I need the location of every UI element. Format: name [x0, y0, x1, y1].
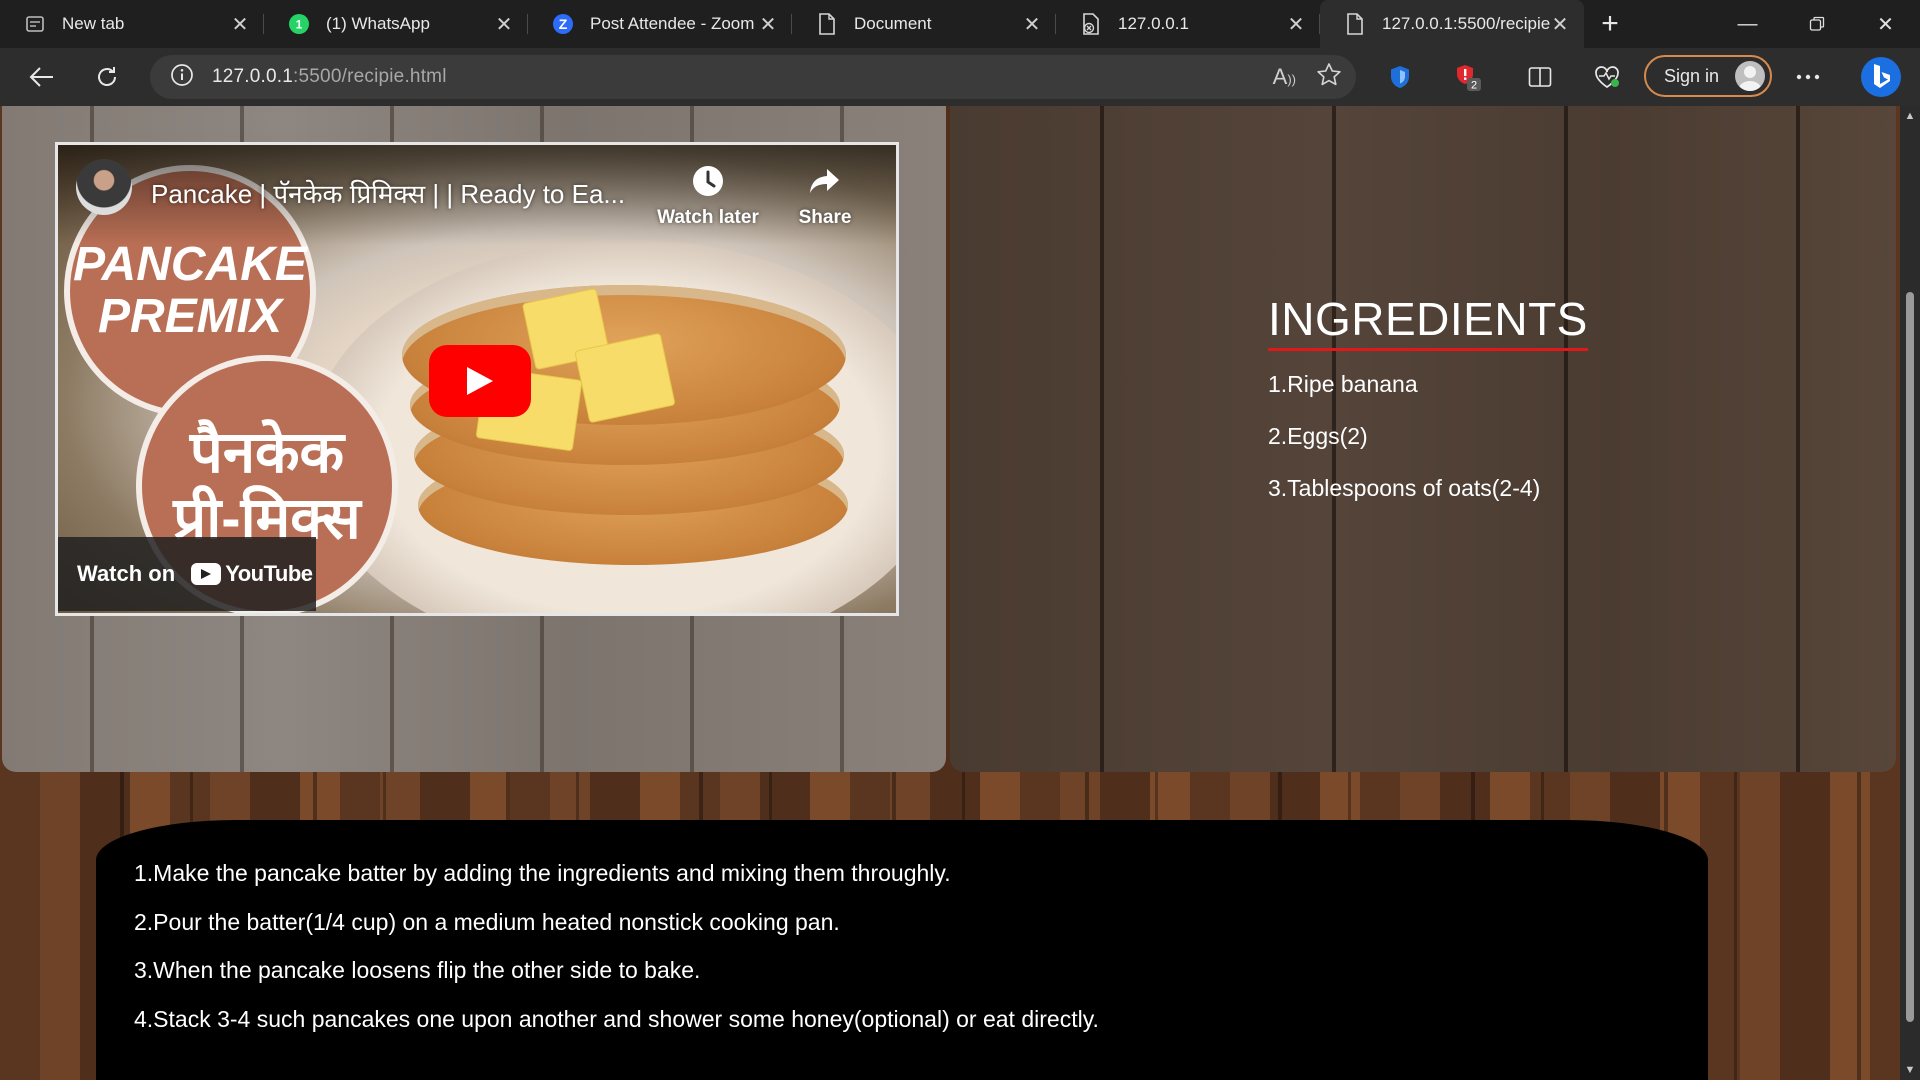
refresh-icon[interactable] [85, 55, 129, 99]
adblock-extension-icon[interactable]: 2 [1446, 55, 1490, 99]
document-icon [816, 13, 838, 35]
browser-toolbar: 127.0.0.1:5500/recipie.html A)) 2 Sign i… [0, 48, 1920, 106]
instruction-step: 1.Make the pancake batter by adding the … [134, 860, 951, 886]
share-arrow-icon [770, 163, 880, 203]
extension-badge: 2 [1471, 80, 1477, 92]
vertical-scrollbar[interactable]: ▲ ▼ [1900, 106, 1920, 1080]
tab-document[interactable]: Document ✕ [792, 0, 1056, 48]
close-icon[interactable]: ✕ [230, 14, 250, 36]
window-controls: — ✕ [1713, 0, 1920, 48]
ingredients-list: 1.Ripe banana 2.Eggs(2) 3.Tablespoons of… [1268, 371, 1588, 527]
ingredient-item: 3.Tablespoons of oats(2-4) [1268, 475, 1541, 501]
tab-localhost[interactable]: 127.0.0.1 ✕ [1056, 0, 1320, 48]
page-viewport: PANCAKE PREMIX पैनकेक प्री-मिक्स Pancake… [0, 106, 1900, 1080]
scrollbar-thumb[interactable] [1906, 292, 1914, 1022]
bing-copilot-icon[interactable] [1857, 53, 1905, 101]
instructions-box: 1.Make the pancake batter by adding the … [96, 820, 1708, 1080]
youtube-logo: YouTube [191, 561, 313, 587]
split-screen-icon[interactable] [1518, 55, 1562, 99]
ingredients-section: INGREDIENTS 1.Ripe banana 2.Eggs(2) 3.Ta… [1268, 292, 1588, 527]
url-host: 127.0.0.1 [212, 66, 294, 87]
browser-essentials-icon[interactable] [1585, 55, 1629, 99]
watch-later-label: Watch later [657, 207, 759, 228]
share-label: Share [798, 207, 852, 228]
shield-extension-icon[interactable] [1378, 55, 1422, 99]
more-options-icon[interactable] [1786, 55, 1830, 99]
sign-in-label: Sign in [1664, 65, 1720, 86]
video-panel: PANCAKE PREMIX पैनकेक प्री-मिक्स Pancake… [2, 106, 946, 772]
scroll-down-icon[interactable]: ▼ [1904, 1064, 1916, 1076]
ingredients-heading: INGREDIENTS [1268, 292, 1588, 351]
video-title[interactable]: Pancake | पॅनकेक प्रिमिक्स | | Ready to … [151, 175, 625, 211]
ingredient-item: 2.Eggs(2) [1268, 423, 1368, 449]
play-icon [467, 367, 493, 395]
tab-label: Post Attendee - Zoom [590, 14, 755, 33]
tab-label: 127.0.0.1 [1118, 14, 1189, 33]
close-window-icon[interactable]: ✕ [1851, 0, 1920, 48]
site-info-icon[interactable] [170, 63, 194, 92]
channel-avatar[interactable] [76, 159, 132, 215]
address-bar[interactable]: 127.0.0.1:5500/recipie.html A)) [150, 55, 1356, 99]
restore-icon[interactable] [1782, 0, 1851, 48]
zoom-icon: Z [552, 13, 574, 35]
svg-text:Z: Z [559, 16, 568, 32]
thumbnail-text: PREMIX [97, 290, 283, 343]
share-button[interactable]: Share [770, 163, 880, 229]
watch-on-youtube-button[interactable]: Watch on YouTube [58, 537, 316, 611]
youtube-play-icon [191, 563, 222, 585]
clock-icon [653, 163, 763, 203]
new-tab-icon [24, 13, 46, 35]
instruction-step: 2.Pour the batter(1/4 cup) on a medium h… [134, 909, 840, 935]
url-path: :5500/recipie.html [293, 66, 447, 87]
minimize-icon[interactable]: — [1713, 0, 1782, 48]
tab-new-tab[interactable]: New tab ✕ [0, 0, 264, 48]
tab-recipie[interactable]: 127.0.0.1:5500/recipie.html ✕ [1320, 0, 1584, 48]
new-tab-button[interactable]: + [1584, 0, 1636, 48]
close-icon[interactable]: ✕ [1550, 14, 1570, 36]
instruction-step: 4.Stack 3-4 such pancakes one upon anoth… [134, 1006, 1099, 1032]
document-icon [1344, 13, 1366, 35]
tab-label: 127.0.0.1:5500/recipie.html [1382, 14, 1550, 33]
tab-whatsapp[interactable]: 1 (1) WhatsApp ✕ [264, 0, 528, 48]
whatsapp-icon: 1 [288, 13, 310, 35]
favorite-star-icon[interactable] [1316, 62, 1342, 93]
ingredient-item: 1.Ripe banana [1268, 371, 1418, 397]
thumbnail-text: पैनकेक [189, 420, 345, 485]
watch-on-label: Watch on [77, 561, 176, 586]
back-arrow-icon[interactable] [20, 55, 64, 99]
url-text: 127.0.0.1:5500/recipie.html [212, 66, 447, 88]
thumbnail-text: PANCAKE [73, 238, 307, 291]
tab-label: New tab [62, 14, 125, 33]
youtube-embed[interactable]: PANCAKE PREMIX पैनकेक प्री-मिक्स Pancake… [55, 142, 899, 616]
avatar [1735, 61, 1765, 91]
tab-label: Document [854, 14, 932, 33]
scroll-up-icon[interactable]: ▲ [1904, 110, 1916, 122]
close-icon[interactable]: ✕ [758, 14, 778, 36]
read-aloud-icon[interactable]: A)) [1273, 64, 1296, 90]
play-button[interactable] [429, 345, 531, 417]
close-icon[interactable]: ✕ [494, 14, 514, 36]
tab-label: (1) WhatsApp [326, 14, 430, 33]
tab-zoom[interactable]: Z Post Attendee - Zoom ✕ [528, 0, 792, 48]
youtube-wordmark: YouTube [225, 561, 313, 586]
file-error-icon [1080, 13, 1102, 35]
whatsapp-badge: 1 [296, 18, 303, 32]
watch-later-button[interactable]: Watch later [653, 163, 763, 229]
instruction-step: 3.When the pancake loosens flip the othe… [134, 957, 701, 983]
close-icon[interactable]: ✕ [1286, 14, 1306, 36]
tab-strip: New tab ✕ 1 (1) WhatsApp ✕ Z Post Attend… [0, 0, 1920, 48]
close-icon[interactable]: ✕ [1022, 14, 1042, 36]
sign-in-button[interactable]: Sign in [1644, 55, 1772, 97]
